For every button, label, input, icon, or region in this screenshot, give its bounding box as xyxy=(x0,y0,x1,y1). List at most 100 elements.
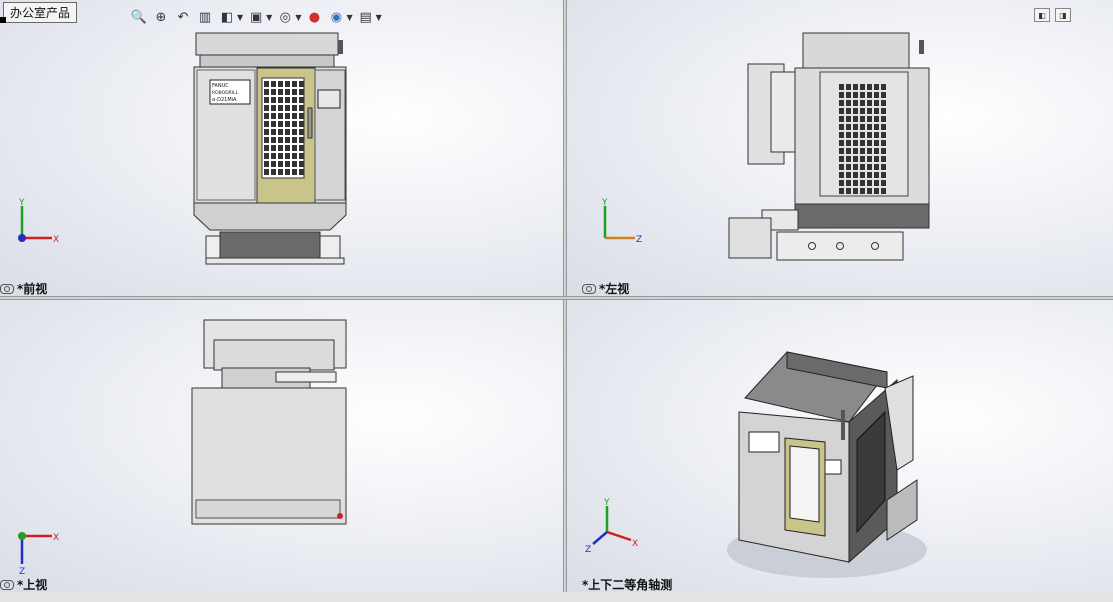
window-cell xyxy=(278,153,283,159)
coordinate-triad: Y Z xyxy=(601,198,642,245)
window-cell xyxy=(860,156,865,162)
window-cell xyxy=(271,105,276,111)
window-cell xyxy=(839,148,844,154)
apply-scene-dropdown-icon[interactable]: ▼ xyxy=(346,13,352,22)
window-cell xyxy=(874,164,879,170)
machine-label-line2: ROBODRILL xyxy=(212,90,239,96)
machine-label-line1: FANUC xyxy=(212,83,229,89)
link-views-icon[interactable] xyxy=(0,283,14,294)
window-cell xyxy=(874,140,879,146)
window-cell xyxy=(867,164,872,170)
apply-scene-icon[interactable]: ◉ xyxy=(327,8,345,26)
window-cell xyxy=(860,100,865,106)
window-cell xyxy=(860,164,865,170)
window-cell xyxy=(271,113,276,119)
window-cell xyxy=(278,129,283,135)
window-cell xyxy=(853,172,858,178)
view-orientation-icon[interactable]: ◧ xyxy=(218,8,236,26)
section-view-icon[interactable]: ▥ xyxy=(196,8,214,26)
hide-show-dropdown-icon[interactable]: ▼ xyxy=(295,13,301,22)
window-cell xyxy=(839,92,844,98)
window-cell xyxy=(881,100,886,106)
window-cell xyxy=(853,156,858,162)
window-cell xyxy=(264,129,269,135)
window-cell xyxy=(299,89,304,95)
view-orientation-dropdown-icon[interactable]: ▼ xyxy=(237,13,243,22)
window-cell xyxy=(846,156,851,162)
view-settings-icon[interactable]: ▤ xyxy=(357,8,375,26)
axis-z-label: Z xyxy=(636,235,642,245)
window-cell xyxy=(271,137,276,143)
window-cell xyxy=(264,169,269,175)
axis-x-label: X xyxy=(632,539,638,549)
window-cell xyxy=(846,108,851,114)
link-views-icon[interactable] xyxy=(582,283,596,294)
window-cell xyxy=(299,161,304,167)
hide-show-items-icon[interactable]: ◎ xyxy=(276,8,294,26)
window-cell xyxy=(867,116,872,122)
window-cell xyxy=(881,140,886,146)
window-cell xyxy=(285,81,290,87)
window-cell xyxy=(278,169,283,175)
window-cell xyxy=(292,137,297,143)
window-cell xyxy=(278,105,283,111)
window-cell xyxy=(271,81,276,87)
axis-y-label: Y xyxy=(603,498,610,508)
link-views-icon[interactable] xyxy=(0,579,14,590)
window-cell xyxy=(846,180,851,186)
window-cell xyxy=(867,172,872,178)
window-cell xyxy=(839,164,844,170)
view-settings-dropdown-icon[interactable]: ▼ xyxy=(376,13,382,22)
previous-view-icon[interactable]: ↶ xyxy=(174,8,192,26)
window-cell xyxy=(853,132,858,138)
window-cell xyxy=(292,113,297,119)
left-viewport[interactable]: ◧ ◨ Y Z *左视 xyxy=(567,0,1113,296)
view-label-front[interactable]: *前视 xyxy=(0,280,47,296)
display-style-icon[interactable]: ▣ xyxy=(247,8,265,26)
window-cell xyxy=(271,145,276,151)
window-cell xyxy=(874,108,879,114)
coordinate-triad: X Z xyxy=(18,532,59,577)
view-label-left[interactable]: *左视 xyxy=(582,280,629,296)
zoom-to-area-icon[interactable]: ⊕ xyxy=(152,8,170,26)
axis-z-label: Z xyxy=(585,545,591,555)
window-cell xyxy=(881,84,886,90)
edit-appearance-icon[interactable]: ● xyxy=(305,8,323,26)
window-cell xyxy=(867,84,872,90)
top-viewport[interactable]: X Z *上视 xyxy=(0,300,563,592)
window-cell xyxy=(264,97,269,103)
window-cell xyxy=(860,116,865,122)
front-viewport[interactable]: 办公室产品 🔍 ⊕ ↶ ▥ ◧ ▼ ▣ ▼ ◎ ▼ ● ◉ ▼ ▤ ▼ FANUC ROB… xyxy=(0,0,563,296)
window-cell xyxy=(839,108,844,114)
window-cell xyxy=(299,153,304,159)
window-cell xyxy=(271,121,276,127)
view-label-isometric[interactable]: *上下二等角轴测 xyxy=(582,576,672,592)
machine-label-line3: α-D21MiA xyxy=(212,97,237,103)
window-cell xyxy=(278,81,283,87)
window-cell xyxy=(860,124,865,130)
window-cell xyxy=(278,97,283,103)
bottom-strip xyxy=(0,592,1113,602)
window-cell xyxy=(292,145,297,151)
window-cell xyxy=(271,129,276,135)
window-cell xyxy=(867,108,872,114)
isometric-viewport[interactable]: Y X Z *上下二等角轴测 xyxy=(567,300,1113,592)
display-style-dropdown-icon[interactable]: ▼ xyxy=(266,13,272,22)
window-cell xyxy=(874,116,879,122)
window-cell xyxy=(874,100,879,106)
view-label-top[interactable]: *上视 xyxy=(0,576,47,592)
window-cell xyxy=(292,97,297,103)
window-cell xyxy=(853,164,858,170)
window-cell xyxy=(846,100,851,106)
window-cell xyxy=(292,161,297,167)
heads-up-toolbar: 🔍 ⊕ ↶ ▥ ◧ ▼ ▣ ▼ ◎ ▼ ● ◉ ▼ ▤ ▼ xyxy=(130,6,382,28)
window-cell xyxy=(292,105,297,111)
window-cell xyxy=(839,100,844,106)
viewport-splitter-horizontal[interactable] xyxy=(0,296,1113,300)
tab-marker xyxy=(0,17,6,23)
zoom-to-fit-icon[interactable]: 🔍 xyxy=(130,8,148,26)
document-tab[interactable]: 办公室产品 xyxy=(3,2,78,23)
window-cell xyxy=(860,140,865,146)
window-cell xyxy=(881,108,886,114)
window-cell xyxy=(285,137,290,143)
